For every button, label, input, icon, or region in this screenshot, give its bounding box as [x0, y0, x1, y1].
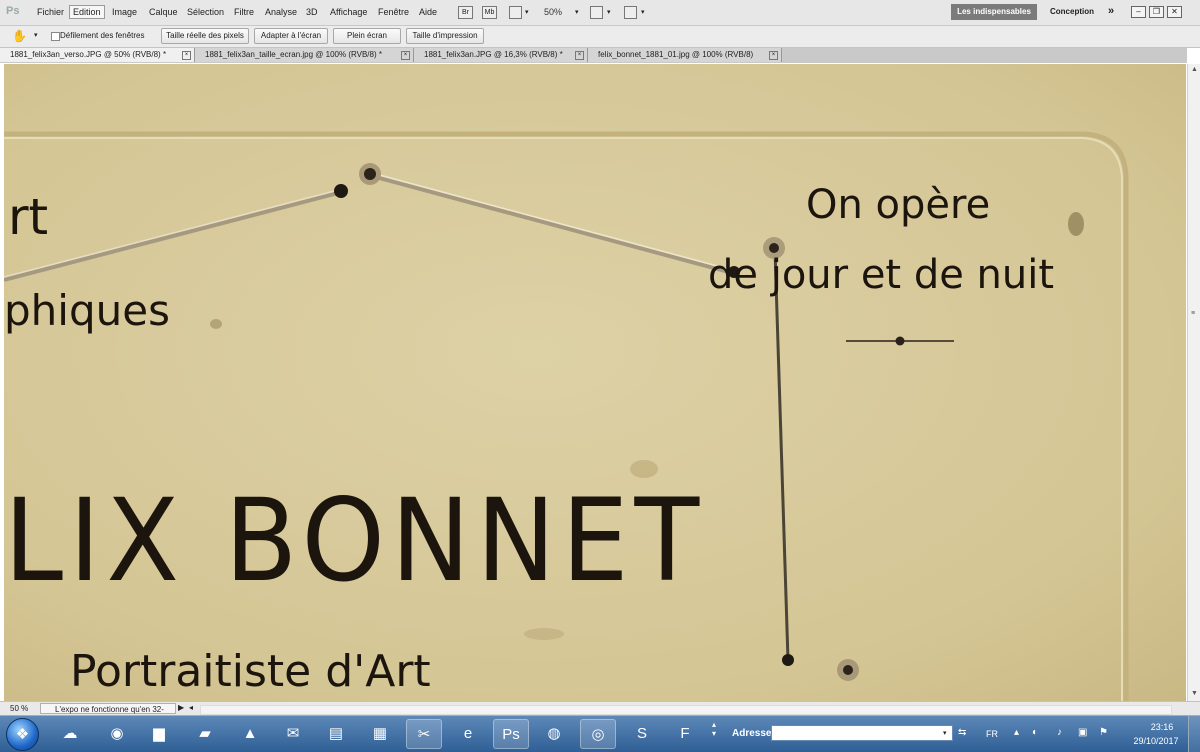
notes-icon[interactable]: ▦ [362, 719, 398, 749]
photoshop-logo: Ps [6, 5, 20, 17]
options-bar: ✋ ▾ Défilement des fenêtres Taille réell… [0, 26, 1200, 48]
clock-time[interactable]: 23:16 [1142, 722, 1182, 732]
folder-icon[interactable]: ▆ [141, 719, 177, 749]
tray-expand-icon[interactable]: ▴ [1014, 727, 1019, 738]
skype-icon[interactable]: S [624, 719, 660, 749]
minimize-icon[interactable]: – [1131, 6, 1146, 18]
menu-edition[interactable]: Edition [69, 5, 105, 19]
photoshop-task-icon[interactable]: Ps [493, 719, 529, 749]
menu-filtre[interactable]: Filtre [231, 6, 257, 18]
language-indicator[interactable]: FR [986, 729, 998, 739]
menu-selection[interactable]: Sélection [184, 6, 227, 18]
tab-label: felix_bonnet_1881_01.jpg @ 100% (RVB/8) [598, 50, 754, 59]
print-text-jour-nuit: de jour et de nuit [708, 252, 1055, 298]
tab-label: 1881_felix3an.JPG @ 16,3% (RVB/8) * [424, 50, 563, 59]
arrange-documents-icon[interactable] [590, 6, 603, 19]
screen-mode-icon[interactable] [624, 6, 637, 19]
scroll-down-icon[interactable]: ▼ [1191, 690, 1198, 697]
document-canvas[interactable]: rt phiques On opère de jour et de nuit L… [4, 64, 1186, 701]
horizontal-scrollbar[interactable] [200, 705, 1172, 715]
volume-icon[interactable]: ♪ [1057, 727, 1062, 738]
actual-pixels-button[interactable]: Taille réelle des pixels [161, 28, 249, 44]
network-icon[interactable]: ▣ [1078, 727, 1087, 738]
address-dropdown-icon[interactable]: ▾ [943, 729, 947, 737]
screen-mode-dropdown-icon[interactable]: ▾ [641, 8, 645, 16]
menu-analyse[interactable]: Analyse [262, 6, 300, 18]
menu-aide[interactable]: Aide [416, 6, 440, 18]
address-label: Adresse [732, 728, 772, 739]
scroll-grip-icon[interactable]: ≡ [1191, 310, 1195, 317]
taskbar-scroll-icon[interactable]: ▴ ▾ [712, 720, 716, 738]
fit-screen-button[interactable]: Adapter à l'écran [254, 28, 328, 44]
tab-felix3an-taille-ecran[interactable]: 1881_felix3an_taille_ecran.jpg @ 100% (R… [195, 48, 414, 62]
close-tab-icon[interactable]: × [769, 51, 778, 60]
minibridge-button[interactable]: Mb [482, 6, 497, 19]
print-size-button[interactable]: Taille d'impression [406, 28, 484, 44]
zoom-dropdown-icon[interactable]: ▾ [575, 8, 579, 16]
print-text-felix-bonnet: LIX BONNET [4, 474, 706, 607]
scroll-all-windows-label: Défilement des fenêtres [60, 31, 145, 40]
document-icon[interactable]: ▤ [318, 719, 354, 749]
view-extras-dropdown-icon[interactable]: ▾ [525, 8, 529, 16]
windows-taskbar: ❖ ☁ ◉ ▆ ▰ ▲ ✉ ▤ ▦ ✂ e Ps ◍ ◎ S F ▴ ▾ Adre… [0, 715, 1200, 752]
status-menu-arrow-icon[interactable]: ▶ [178, 703, 184, 712]
menu-affichage[interactable]: Affichage [327, 6, 370, 18]
show-desktop-button[interactable] [1188, 716, 1200, 752]
scissors-app-icon[interactable]: ✂ [406, 719, 442, 749]
firefox-icon[interactable]: ◍ [536, 719, 572, 749]
workspace-essentials-button[interactable]: Les indispensables [951, 4, 1037, 20]
vlc-icon[interactable]: ▲ [232, 719, 268, 749]
tray-app-icon[interactable]: ◐ [1032, 727, 1038, 738]
restore-icon[interactable]: ❐ [1149, 6, 1164, 18]
clock-date[interactable]: 29/10/2017 [1126, 736, 1186, 746]
close-tab-icon[interactable]: × [401, 51, 410, 60]
print-text-phiques: phiques [4, 286, 170, 335]
eye-app-icon[interactable]: ◉ [99, 719, 135, 749]
scroll-up-icon[interactable]: ▲ [1191, 66, 1198, 73]
workspace-more-button[interactable]: » [1108, 5, 1114, 17]
menu-fichier[interactable]: Fichier [34, 6, 67, 18]
close-icon[interactable]: ✕ [1167, 6, 1182, 18]
status-zoom[interactable]: 50 % [10, 704, 28, 713]
action-center-flag-icon[interactable]: ⚑ [1099, 727, 1108, 738]
close-tab-icon[interactable]: × [182, 51, 191, 60]
vertical-scrollbar[interactable]: ▲ ≡ ▼ [1187, 64, 1200, 701]
scroll-left-icon[interactable]: ◂ [189, 703, 193, 712]
address-go-icon[interactable]: ⇆ [958, 727, 966, 738]
network-app-icon[interactable]: ☁ [52, 719, 88, 749]
internet-explorer-icon[interactable]: e [450, 719, 486, 749]
menu-fenetre[interactable]: Fenêtre [375, 6, 412, 18]
print-text-on-opere: On opère [806, 182, 991, 228]
menu-3d[interactable]: 3D [303, 6, 321, 18]
document-tab-bar: 1881_felix3an_verso.JPG @ 50% (RVB/8) * … [0, 48, 1187, 63]
zoom-level-dropdown[interactable]: 50% [544, 7, 562, 17]
arrange-dropdown-icon[interactable]: ▾ [607, 8, 611, 16]
workspace-design-button[interactable]: Conception [1050, 7, 1094, 16]
bridge-button[interactable]: Br [458, 6, 473, 19]
scanner-icon[interactable]: ▰ [187, 719, 223, 749]
print-text-rt: rt [8, 188, 49, 246]
fill-screen-button[interactable]: Plein écran [333, 28, 401, 44]
menu-bar: Ps Fichier Edition Image Calque Sélectio… [0, 0, 1200, 26]
tool-preset-dropdown-icon[interactable]: ▾ [34, 31, 38, 39]
print-text-portraitiste: Portraitiste d'Art [70, 646, 431, 697]
filezilla-icon[interactable]: F [667, 719, 703, 749]
status-bar: 50 % L'expo ne fonctionne qu'en 32-bits … [0, 701, 1200, 725]
tab-label: 1881_felix3an_verso.JPG @ 50% (RVB/8) * [10, 50, 167, 59]
start-button[interactable]: ❖ [6, 718, 39, 751]
close-tab-icon[interactable]: × [575, 51, 584, 60]
menu-image[interactable]: Image [109, 6, 140, 18]
tab-felix-bonnet-1881[interactable]: felix_bonnet_1881_01.jpg @ 100% (RVB/8) … [588, 48, 782, 62]
menu-calque[interactable]: Calque [146, 6, 181, 18]
scroll-all-windows-checkbox[interactable] [51, 32, 60, 41]
address-input[interactable] [771, 725, 953, 741]
tab-felix3an[interactable]: 1881_felix3an.JPG @ 16,3% (RVB/8) * × [414, 48, 588, 62]
chrome-icon[interactable]: ◎ [580, 719, 616, 749]
view-extras-icon[interactable] [509, 6, 522, 19]
tab-felix3an-verso[interactable]: 1881_felix3an_verso.JPG @ 50% (RVB/8) * … [0, 48, 195, 62]
thunderbird-icon[interactable]: ✉ [275, 719, 311, 749]
tab-label: 1881_felix3an_taille_ecran.jpg @ 100% (R… [205, 50, 382, 59]
hand-tool-icon[interactable]: ✋ [12, 29, 27, 43]
status-message: L'expo ne fonctionne qu'en 32-bits [40, 703, 176, 725]
